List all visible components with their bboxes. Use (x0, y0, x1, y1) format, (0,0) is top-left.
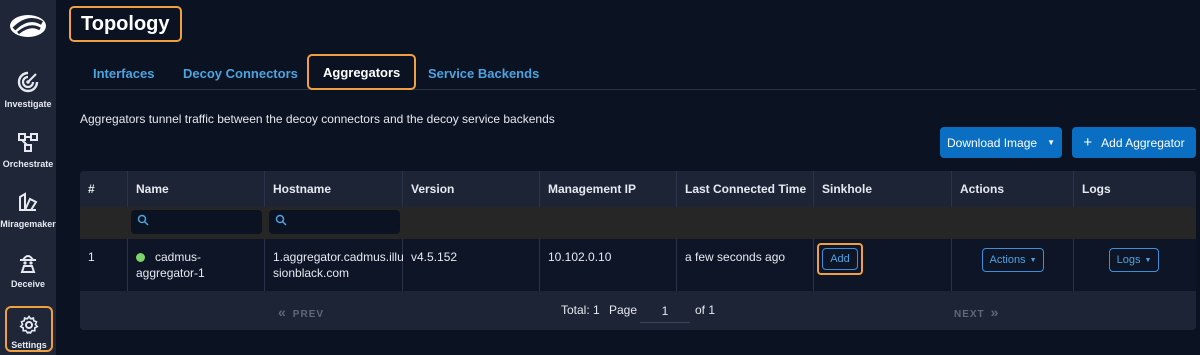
sidebar-item-deceive[interactable]: Deceive (0, 242, 56, 300)
cell-version: v4.5.152 (403, 239, 540, 291)
cell-last-connected: a few seconds ago (677, 239, 814, 291)
column-header[interactable]: Last Connected Time (677, 171, 814, 207)
caret-down-icon: ▼ (1144, 256, 1152, 264)
logs-dropdown-button[interactable]: Logs ▼ (1109, 248, 1159, 272)
actions-dropdown-button[interactable]: Actions ▼ (982, 248, 1044, 272)
tab-decoy-connectors[interactable]: Decoy Connectors (183, 56, 298, 90)
filter-row (80, 207, 1196, 239)
column-header: Logs (1082, 182, 1111, 196)
plus-icon: + (1083, 134, 1093, 151)
chevron-double-right-icon: » (990, 304, 1000, 320)
column-header: # (80, 171, 128, 207)
search-icon (137, 213, 149, 231)
sidebar-item-settings[interactable]: Settings (5, 306, 53, 352)
add-aggregator-button[interactable]: + Add Aggregator (1072, 127, 1196, 158)
table-header: # Name Hostname Version Management IP La… (80, 171, 1196, 207)
name-filter-input[interactable] (131, 210, 262, 234)
actions-label: Actions (989, 254, 1026, 266)
gear-icon (17, 313, 41, 337)
orchestrate-icon (16, 130, 40, 154)
next-label: NEXT (954, 309, 985, 320)
search-icon (275, 213, 287, 231)
miragemaker-icon (16, 190, 40, 214)
aggregators-table: # Name Hostname Version Management IP La… (80, 171, 1196, 330)
page-number-input[interactable]: 1 (640, 299, 690, 323)
hostname-filter-input[interactable] (269, 210, 400, 234)
sidebar-item-label: Investigate (4, 99, 52, 109)
sidebar: Investigate Orchestrate Miragemaker Dece… (0, 0, 56, 355)
hostname-line-1: 1.aggregator.cadmus.illu (273, 250, 404, 264)
caret-down-icon: ▼ (1029, 256, 1037, 264)
logs-label: Logs (1116, 254, 1141, 266)
column-header: Actions (952, 171, 1074, 207)
cell-index: 1 (80, 239, 128, 291)
column-header[interactable]: Name (128, 171, 265, 207)
tab-bar: Interfaces Decoy Connectors Aggregators … (80, 54, 1196, 90)
page-description: Aggregators tunnel traffic between the d… (80, 112, 555, 126)
name-line-1: cadmus- (155, 250, 202, 264)
hostname-line-2: sionblack.com (273, 266, 350, 280)
status-dot (136, 253, 145, 263)
sinkhole-add-button[interactable]: Add (822, 248, 858, 270)
column-header[interactable]: Hostname (265, 171, 403, 207)
total-count: Total: 1 (561, 303, 600, 317)
column-header[interactable]: Management IP (540, 171, 677, 207)
chevron-double-left-icon: « (278, 304, 287, 320)
investigate-icon (16, 70, 40, 94)
hostname-filter-field[interactable] (291, 216, 391, 228)
next-page-button[interactable]: NEXT » (954, 304, 1005, 320)
cell-hostname: 1.aggregator.cadmus.illu sionblack.com (265, 239, 404, 291)
sidebar-item-label: Miragemaker (0, 219, 56, 229)
sinkhole-add-highlight: Add (817, 243, 863, 275)
prev-page-button[interactable]: « PREV (272, 304, 324, 320)
sidebar-item-miragemaker[interactable]: Miragemaker (0, 182, 56, 240)
caret-down-icon: ▼ (1047, 138, 1055, 147)
tab-aggregators[interactable]: Aggregators (307, 54, 417, 90)
add-aggregator-label: Add Aggregator (1101, 135, 1185, 150)
logo-icon[interactable] (6, 6, 50, 46)
sidebar-item-label: Settings (11, 340, 47, 350)
column-header[interactable]: Sinkhole (814, 171, 952, 207)
name-line-2: aggregator-1 (136, 266, 205, 280)
column-header[interactable]: Version (403, 171, 540, 207)
tab-interfaces[interactable]: Interfaces (93, 56, 154, 90)
sidebar-item-orchestrate[interactable]: Orchestrate (0, 122, 56, 180)
page-of-total: of 1 (695, 303, 716, 317)
prev-label: PREV (292, 309, 325, 320)
page-title: Topology (69, 6, 182, 42)
sidebar-item-label: Deceive (10, 279, 46, 289)
sidebar-item-label: Orchestrate (2, 159, 54, 169)
download-image-button[interactable]: Download Image ▼ (940, 127, 1062, 158)
cell-name: cadmus- aggregator-1 (128, 239, 265, 291)
deceive-icon (16, 250, 40, 274)
sidebar-item-investigate[interactable]: Investigate (0, 62, 56, 120)
download-image-label: Download Image (947, 135, 1038, 150)
pagination-bar: « PREV Total: 1 Page 1 of 1 NEXT » (80, 291, 1196, 330)
tab-service-backends[interactable]: Service Backends (428, 56, 539, 90)
table-row: 1 cadmus- aggregator-1 1.aggregator.cadm… (80, 239, 1196, 291)
name-filter-field[interactable] (153, 216, 253, 228)
page-label: Page (609, 303, 638, 317)
cell-management-ip: 10.102.0.10 (540, 239, 677, 291)
